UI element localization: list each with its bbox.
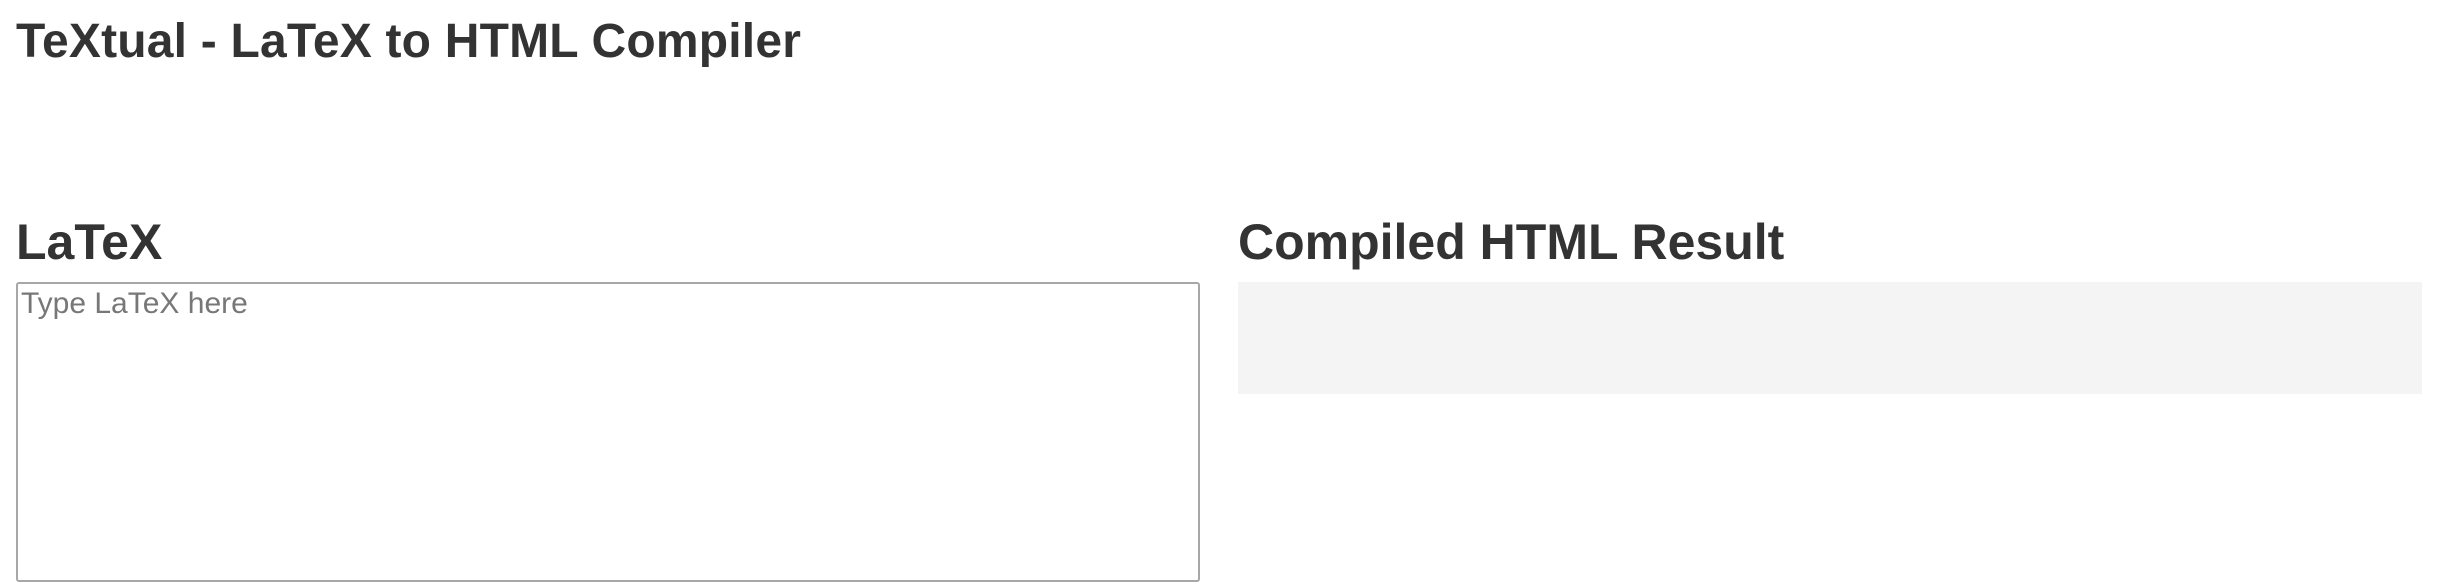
compiled-result-output [1238, 282, 2422, 394]
result-heading: Compiled HTML Result [1238, 214, 1785, 270]
app-title: TeXtual - LaTeX to HTML Compiler [16, 15, 802, 68]
latex-heading: LaTeX [16, 214, 163, 270]
latex-input[interactable] [16, 282, 1200, 582]
